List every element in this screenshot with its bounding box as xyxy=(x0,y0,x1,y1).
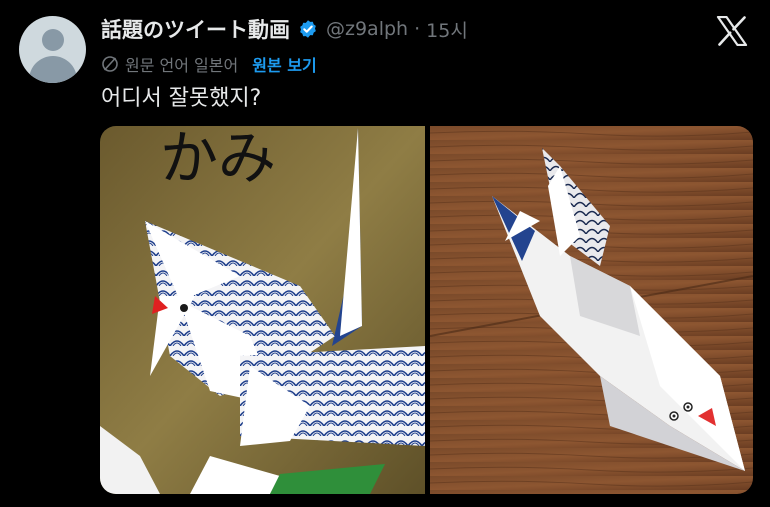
media-photo-right[interactable] xyxy=(430,126,753,494)
tweet-media[interactable]: かみ xyxy=(100,126,753,494)
display-name[interactable]: 話題のツイート動画 xyxy=(101,14,290,44)
translate-icon xyxy=(101,55,119,73)
timestamp[interactable]: 15시 xyxy=(426,16,468,43)
avatar[interactable] xyxy=(19,16,86,83)
handwriting-kanji: かみ xyxy=(160,126,276,192)
translation-note: 원문 언어 일본어 xyxy=(125,56,239,75)
separator-dot: · xyxy=(414,18,421,40)
show-original-link[interactable]: 원본 보기 xyxy=(252,52,316,76)
x-logo-icon[interactable] xyxy=(716,15,748,47)
avatar-head xyxy=(42,29,64,51)
avatar-shoulders xyxy=(29,56,77,83)
media-photo-left[interactable]: かみ xyxy=(100,126,425,494)
translation-bar: 원문 언어 일본어 원본 보기 xyxy=(101,51,317,77)
tweet-header: 話題のツイート動画 @z9alph · 15시 xyxy=(101,12,468,46)
tweet-text: 어디서 잘못했지? xyxy=(101,86,262,111)
verified-badge-icon xyxy=(298,19,318,39)
user-handle[interactable]: @z9alph xyxy=(326,18,408,40)
